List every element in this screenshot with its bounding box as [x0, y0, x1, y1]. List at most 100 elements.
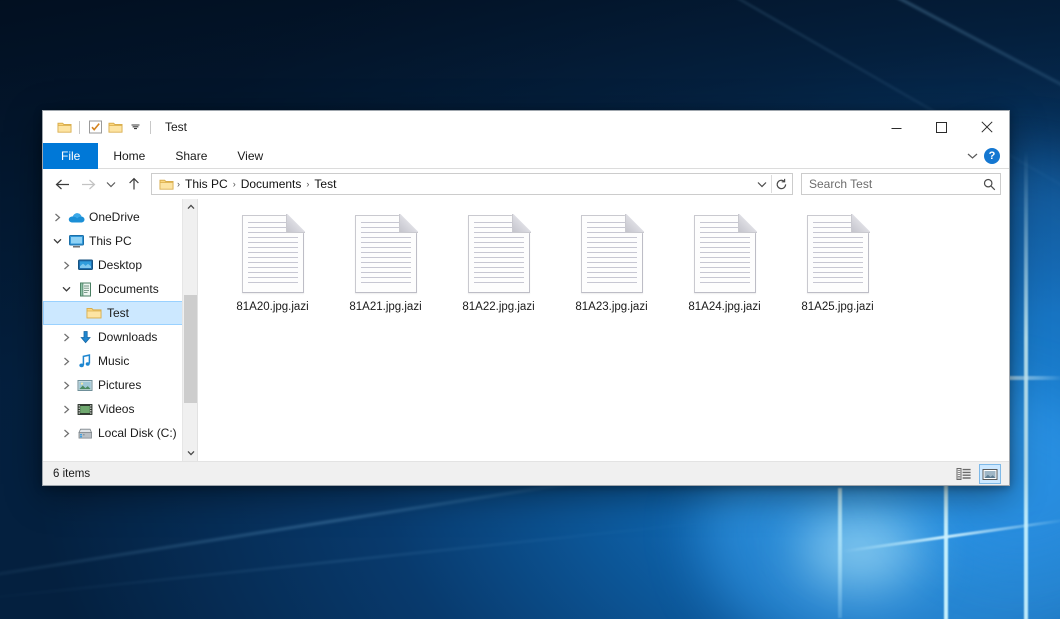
toolbar-divider — [150, 121, 151, 134]
tab-home[interactable]: Home — [98, 143, 160, 169]
file-item[interactable]: 81A23.jpg.jazi — [555, 211, 668, 329]
chevron-down-icon[interactable] — [125, 117, 145, 137]
folder-icon[interactable] — [54, 117, 74, 137]
maximize-button[interactable] — [919, 111, 964, 143]
file-item[interactable]: 81A21.jpg.jazi — [329, 211, 442, 329]
sidebar-item-label: Documents — [95, 282, 159, 296]
toolbar-divider — [79, 121, 80, 134]
breadcrumb-bar[interactable]: › This PC › Documents › Test — [151, 173, 793, 195]
windows-logo-glow — [800, 510, 920, 590]
sidebar-item-label: Desktop — [95, 258, 142, 272]
file-grid: 81A20.jpg.jazi 81A21.jpg.jazi — [216, 211, 999, 329]
file-name: 81A22.jpg.jazi — [462, 301, 534, 313]
sidebar-item-label: Videos — [95, 402, 134, 416]
minimize-button[interactable] — [874, 111, 919, 143]
tab-view[interactable]: View — [222, 143, 278, 169]
folder-tree: OneDrive This PC — [43, 199, 197, 445]
sidebar-item-desktop[interactable]: Desktop — [43, 253, 197, 277]
file-item[interactable]: 81A25.jpg.jazi — [781, 211, 894, 329]
file-list-pane[interactable]: 81A20.jpg.jazi 81A21.jpg.jazi — [198, 199, 1009, 461]
chevron-down-icon[interactable] — [967, 147, 978, 165]
file-name: 81A24.jpg.jazi — [688, 301, 760, 313]
recent-locations-button[interactable] — [101, 172, 121, 196]
generic-document-icon — [242, 215, 304, 293]
search-icon[interactable] — [983, 178, 996, 191]
sidebar-item-onedrive[interactable]: OneDrive — [43, 205, 197, 229]
back-button[interactable] — [49, 172, 75, 196]
desktop-background: Test File Home Share View — [0, 0, 1060, 619]
up-button[interactable] — [121, 172, 147, 196]
search-box[interactable]: Search Test — [801, 173, 1001, 195]
sidebar-item-videos[interactable]: Videos — [43, 397, 197, 421]
harddisk-icon — [75, 427, 95, 440]
chevron-right-icon[interactable] — [58, 405, 75, 414]
breadcrumb-tail-controls — [753, 174, 790, 194]
tab-file[interactable]: File — [43, 143, 98, 169]
forward-button[interactable] — [75, 172, 101, 196]
sidebar-item-documents[interactable]: Documents — [43, 277, 197, 301]
chevron-down-icon[interactable] — [183, 445, 198, 461]
status-bar: 6 items — [43, 461, 1009, 485]
breadcrumb-item-test[interactable]: Test — [310, 177, 340, 191]
close-button[interactable] — [964, 111, 1009, 143]
window-body: OneDrive This PC — [43, 199, 1009, 461]
windows-logo-ray — [1024, 150, 1028, 619]
details-view-button[interactable] — [953, 464, 975, 484]
sidebar-item-label: Local Disk (C:) — [95, 426, 177, 440]
sidebar-item-this-pc[interactable]: This PC — [43, 229, 197, 253]
sidebar-item-downloads[interactable]: Downloads — [43, 325, 197, 349]
ribbon-tab-strip: File Home Share View ? — [43, 143, 1009, 169]
navigation-pane: OneDrive This PC — [43, 199, 198, 461]
sidebar-item-local-disk-c[interactable]: Local Disk (C:) — [43, 421, 197, 445]
chevron-right-icon[interactable] — [58, 381, 75, 390]
sidebar-item-label: Test — [104, 306, 129, 320]
navigation-scrollbar[interactable] — [182, 199, 197, 461]
cloud-icon — [66, 211, 86, 224]
chevron-right-icon[interactable] — [58, 261, 75, 270]
ribbon-right-controls: ? — [967, 143, 1005, 169]
scrollbar-thumb[interactable] — [184, 295, 197, 403]
breadcrumb-folder-icon — [157, 178, 176, 191]
music-icon — [75, 354, 95, 369]
generic-document-icon — [355, 215, 417, 293]
chevron-up-icon[interactable] — [183, 199, 198, 215]
sidebar-item-test[interactable]: Test — [43, 301, 197, 325]
help-icon[interactable]: ? — [984, 148, 1000, 164]
chevron-down-icon[interactable] — [753, 174, 771, 194]
breadcrumb-item-this-pc[interactable]: This PC — [181, 177, 232, 191]
file-item[interactable]: 81A24.jpg.jazi — [668, 211, 781, 329]
generic-document-icon — [694, 215, 756, 293]
chevron-right-icon[interactable] — [58, 333, 75, 342]
large-icons-view-button[interactable] — [979, 464, 1001, 484]
chevron-down-icon[interactable] — [58, 286, 75, 293]
sidebar-item-music[interactable]: Music — [43, 349, 197, 373]
download-icon — [75, 330, 95, 345]
chevron-right-icon[interactable] — [58, 357, 75, 366]
properties-icon[interactable] — [85, 117, 105, 137]
sidebar-item-label: Pictures — [95, 378, 141, 392]
view-toggle-group — [953, 462, 1001, 486]
sidebar-item-label: OneDrive — [86, 210, 140, 224]
monitor-icon — [66, 234, 86, 248]
breadcrumb-item-documents[interactable]: Documents — [237, 177, 306, 191]
sidebar-item-label: Downloads — [95, 330, 157, 344]
title-bar: Test — [43, 111, 1009, 143]
chevron-right-icon[interactable] — [58, 429, 75, 438]
breadcrumb: › This PC › Documents › Test — [157, 177, 753, 191]
file-name: 81A21.jpg.jazi — [349, 301, 421, 313]
new-folder-icon[interactable] — [105, 117, 125, 137]
chevron-right-icon[interactable] — [49, 213, 66, 222]
file-item[interactable]: 81A20.jpg.jazi — [216, 211, 329, 329]
generic-document-icon — [807, 215, 869, 293]
tab-share[interactable]: Share — [160, 143, 222, 169]
file-item[interactable]: 81A22.jpg.jazi — [442, 211, 555, 329]
window-controls — [874, 111, 1009, 143]
quick-access-toolbar — [43, 117, 156, 137]
chevron-down-icon[interactable] — [49, 238, 66, 245]
folder-icon — [84, 306, 104, 320]
sidebar-item-pictures[interactable]: Pictures — [43, 373, 197, 397]
generic-document-icon — [581, 215, 643, 293]
search-input[interactable]: Search Test — [809, 177, 983, 191]
file-name: 81A23.jpg.jazi — [575, 301, 647, 313]
refresh-icon[interactable] — [772, 174, 790, 194]
